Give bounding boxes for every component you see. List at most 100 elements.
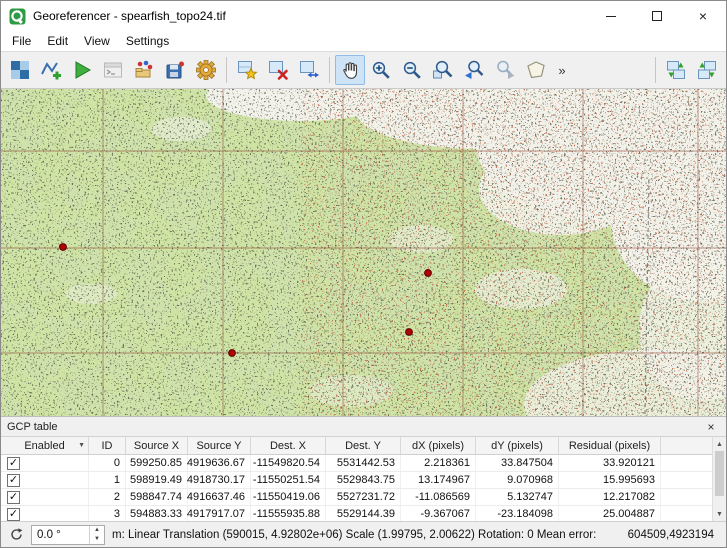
toolbar: » [1,52,726,89]
maximize-button[interactable] [634,1,680,31]
gcp-source-x-cell: 594883.33 [126,506,188,522]
toolbar-separator [329,57,330,83]
gdal-script-icon [102,59,124,81]
menu-file[interactable]: File [4,32,39,50]
pan-button[interactable] [335,55,365,85]
add-point-button[interactable] [232,55,262,85]
gcp-dy-cell: -23.184098 [476,506,559,522]
gcp-dest-y-cell: 5527231.72 [326,489,401,505]
table-row[interactable]: ✓ 0 599250.85 4919636.67 -11549820.54 55… [1,455,712,472]
enabled-filter-dropdown-icon[interactable]: ▼ [78,442,85,449]
save-gcp-points-button[interactable] [160,55,190,85]
col-header-dest-y[interactable]: Dest. Y [326,437,401,454]
transformation-settings-button[interactable] [191,55,221,85]
gcp-enabled-cell: ✓ [1,506,89,522]
gcp-residual-cell: 12.217082 [559,489,661,505]
zoom-out-icon [401,59,423,81]
scrollbar-up-icon[interactable]: ▲ [713,437,726,451]
gcp-dx-cell: -11.086569 [401,489,476,505]
gcp-enabled-checkbox[interactable]: ✓ [7,474,20,487]
zoom-full-extent-button[interactable] [521,55,551,85]
gcp-marker-0 [60,244,67,251]
qgis-logo-icon [9,8,26,25]
gcp-enabled-checkbox[interactable]: ✓ [7,491,20,504]
settings-gear-icon [195,59,217,81]
gcp-dx-cell: 13.174967 [401,472,476,488]
gcp-enabled-cell: ✓ [1,489,89,505]
col-header-dest-x[interactable]: Dest. X [251,437,326,454]
gcp-source-x-cell: 598847.74 [126,489,188,505]
col-header-residual[interactable]: Residual (pixels) [559,437,661,454]
col-header-id[interactable]: ID [89,437,126,454]
zoom-in-button[interactable] [366,55,396,85]
gcp-dest-y-cell: 5531442.53 [326,455,401,471]
delete-point-button[interactable] [263,55,293,85]
gcp-source-x-cell: 599250.85 [126,455,188,471]
col-header-dx[interactable]: dX (pixels) [401,437,476,454]
maximize-icon [652,11,662,21]
zoom-to-layer-button[interactable] [428,55,458,85]
gcp-panel-header[interactable]: GCP table × [1,417,726,436]
gcp-id-cell: 2 [89,489,126,505]
link-georeferencer-to-qgis-icon [665,59,687,81]
gcp-source-y-cell: 4918730.17 [188,472,251,488]
table-row[interactable]: ✓ 1 598919.49 4918730.17 -11550251.54 55… [1,472,712,489]
zoom-in-icon [370,59,392,81]
gcp-dest-y-cell: 5529144.39 [326,506,401,522]
load-gcp-points-button[interactable] [129,55,159,85]
spin-up-icon[interactable]: ▲ [90,526,104,535]
zoom-last-button[interactable] [459,55,489,85]
rotation-icon [9,527,24,542]
zoom-to-layer-icon [432,59,454,81]
link-georeferencer-to-qgis-button[interactable] [661,55,691,85]
toolbar-overflow-button[interactable]: » [552,55,572,85]
rotation-value[interactable]: 0.0 ° [32,529,89,541]
scrollbar-thumb[interactable] [715,451,724,496]
open-raster-icon [9,59,31,81]
rotation-spinbox[interactable]: 0.0 ° ▲ ▼ [31,525,105,545]
gcp-table-header-row: Enabled▼ ID Source X Source Y Dest. X De… [1,437,712,455]
gcp-dest-x-cell: -11555935.88 [251,506,326,522]
open-vector-button[interactable] [36,55,66,85]
gcp-dy-cell: 5.132747 [476,489,559,505]
col-header-source-x[interactable]: Source X [126,437,188,454]
col-header-source-y[interactable]: Source Y [188,437,251,454]
zoom-next-button[interactable] [490,55,520,85]
table-row[interactable]: ✓ 2 598847.74 4916637.46 -11550419.06 55… [1,489,712,506]
gcp-dx-cell: -9.367067 [401,506,476,522]
gcp-enabled-checkbox[interactable]: ✓ [7,457,20,470]
link-qgis-to-georeferencer-button[interactable] [692,55,722,85]
close-button[interactable]: × [680,1,726,31]
status-bar: 0.0 ° ▲ ▼ m: Linear Translation (590015,… [1,521,726,547]
add-point-icon [236,59,258,81]
menu-settings[interactable]: Settings [118,32,177,50]
gcp-id-cell: 0 [89,455,126,471]
minimize-button[interactable] [588,1,634,31]
col-header-enabled[interactable]: Enabled▼ [1,437,89,454]
move-point-icon [298,59,320,81]
gcp-enabled-checkbox[interactable]: ✓ [7,508,20,521]
toolbar-separator [655,57,656,83]
title-bar[interactable]: Georeferencer - spearfish_topo24.tif × [1,1,726,31]
start-georeferencing-button[interactable] [67,55,97,85]
move-point-button[interactable] [294,55,324,85]
gcp-dy-cell: 33.847504 [476,455,559,471]
gcp-dx-cell: 2.218361 [401,455,476,471]
save-gcp-points-icon [164,59,186,81]
gcp-dest-x-cell: -11550251.54 [251,472,326,488]
open-raster-button[interactable] [5,55,35,85]
zoom-last-icon [463,59,485,81]
table-scrollbar[interactable]: ▲ ▼ [712,437,726,521]
zoom-out-button[interactable] [397,55,427,85]
gcp-source-y-cell: 4917917.07 [188,506,251,522]
spin-down-icon[interactable]: ▼ [90,535,104,544]
transform-status-text: m: Linear Translation (590015, 4.92802e+… [112,529,596,541]
menu-view[interactable]: View [76,32,118,50]
gcp-panel-close-button[interactable]: × [702,419,720,435]
map-canvas[interactable] [1,89,726,416]
scrollbar-down-icon[interactable]: ▼ [713,507,726,521]
generate-gdal-script-button[interactable] [98,55,128,85]
menu-edit[interactable]: Edit [39,32,76,50]
zoom-full-extent-icon [525,59,547,81]
col-header-dy[interactable]: dY (pixels) [476,437,559,454]
